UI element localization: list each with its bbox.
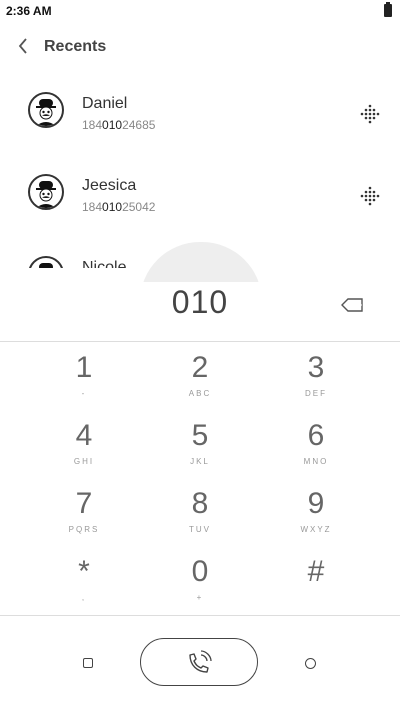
- status-time: 2:36 AM: [6, 4, 52, 18]
- avatar-icon: [36, 99, 56, 126]
- page-title: Recents: [44, 38, 107, 55]
- back-arrow-icon[interactable]: [14, 36, 34, 56]
- bottom-bar: [0, 616, 400, 711]
- dial-input-row: 010: [0, 282, 400, 340]
- key-1[interactable]: 1-: [34, 345, 134, 405]
- key-8[interactable]: 8 TUV: [150, 481, 250, 541]
- key-4[interactable]: 4 GHI: [34, 413, 134, 473]
- avatar: [28, 92, 64, 128]
- contact-number: 18401025042: [82, 200, 156, 214]
- key-star[interactable]: *,: [34, 549, 134, 609]
- contact-number: 18401024685: [82, 118, 156, 132]
- key-2[interactable]: 2 ABC: [150, 345, 250, 405]
- phone-call-icon: [189, 650, 212, 673]
- contact-name: Nicole: [82, 259, 127, 268]
- call-button[interactable]: [140, 638, 258, 686]
- avatar-icon: [36, 181, 56, 208]
- contact-name: Daniel: [82, 95, 128, 112]
- battery-icon: [384, 2, 392, 17]
- dialpad-icon[interactable]: [360, 186, 380, 206]
- avatar: [28, 174, 64, 210]
- dialpad-icon[interactable]: [360, 104, 380, 124]
- backspace-icon[interactable]: [340, 296, 364, 314]
- key-3[interactable]: 3 DEF: [266, 345, 366, 405]
- status-bar: 2:36 AM: [0, 0, 400, 24]
- key-5[interactable]: 5 JKL: [150, 413, 250, 473]
- key-hash[interactable]: #: [266, 549, 366, 609]
- square-icon[interactable]: [83, 658, 93, 668]
- avatar: [28, 256, 64, 268]
- list-item[interactable]: Jeesica 18401025042: [0, 158, 400, 238]
- keypad: 1- 2 ABC 3 DEF 4 GHI 5 JKL 6 MNO 7 PQRS 8 TUV 9…: [0, 345, 400, 615]
- contact-name: Jeesica: [82, 177, 137, 194]
- avatar-icon: [39, 263, 53, 268]
- key-6[interactable]: 6 MNO: [266, 413, 366, 473]
- list-item[interactable]: Daniel 18401024685: [0, 76, 400, 156]
- key-0[interactable]: 0 +: [150, 549, 250, 609]
- key-7[interactable]: 7 PQRS: [34, 481, 134, 541]
- header: Recents: [0, 28, 400, 68]
- divider: [0, 341, 400, 342]
- circle-icon[interactable]: [305, 658, 316, 669]
- key-9[interactable]: 9 WXYZ: [266, 481, 366, 541]
- recents-list: Daniel 18401024685 Jeesica 18401025042 N…: [0, 76, 400, 268]
